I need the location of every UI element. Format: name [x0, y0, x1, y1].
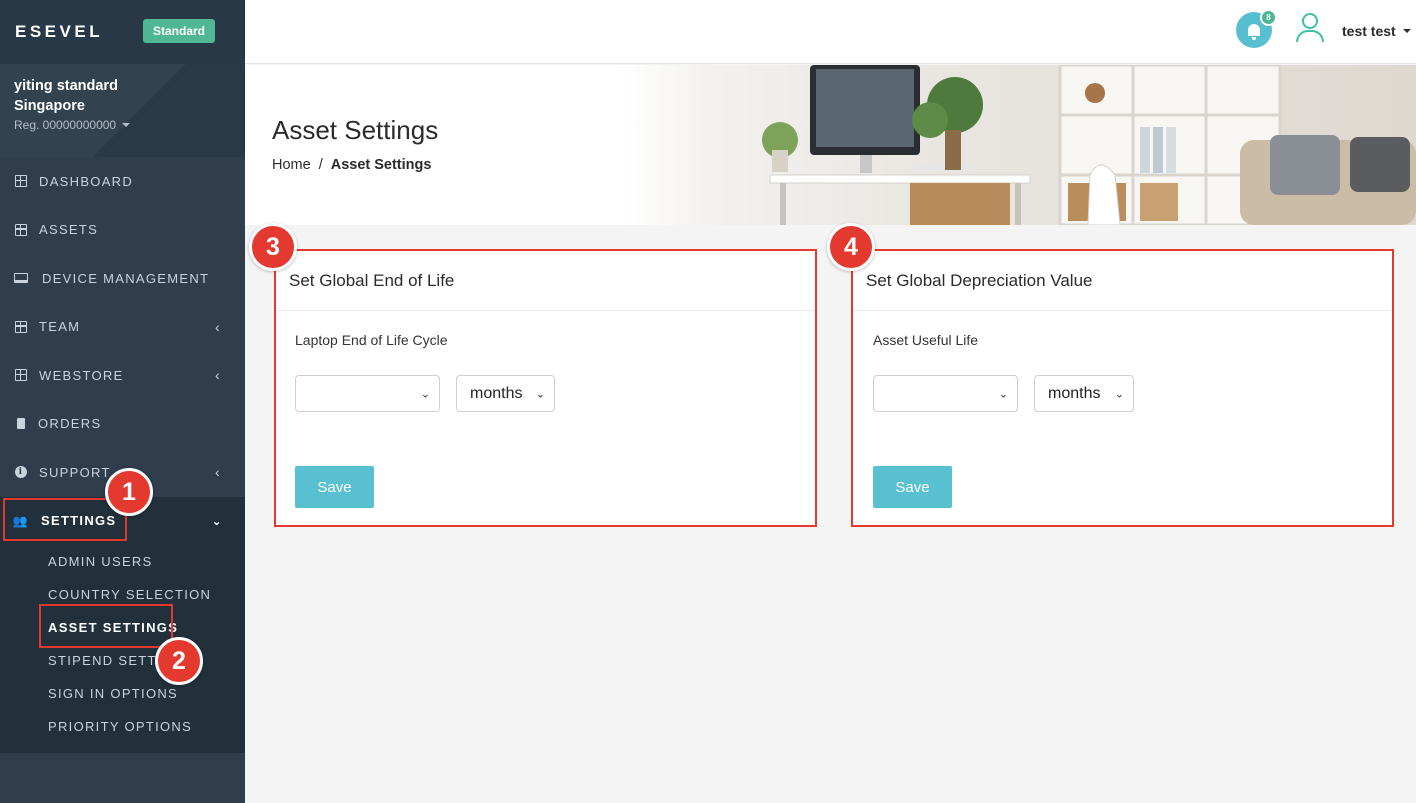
sidebar-item-label: DEVICE MANAGEMENT: [42, 270, 210, 286]
office-illustration: [762, 65, 1416, 225]
sidebar-item-label: ASSETS: [39, 222, 99, 238]
sidebar-item-webstore[interactable]: WEBSTORE ‹: [0, 351, 245, 400]
caret-down-icon: [122, 123, 131, 127]
company-country: Singapore: [14, 98, 85, 114]
step-marker-1: 1: [105, 468, 153, 516]
header-background-image: [620, 65, 1416, 225]
depreciation-card: Set Global Depreciation Value Asset Usef…: [851, 249, 1394, 527]
breadcrumb-home-link[interactable]: Home: [272, 157, 311, 173]
user-avatar-icon[interactable]: [1295, 13, 1325, 43]
sidebar-item-label: ORDERS: [38, 416, 102, 432]
notification-count-badge: 8: [1260, 9, 1277, 26]
sidebar-item-dashboard[interactable]: DASHBOARD: [0, 157, 245, 206]
sidebar-item-device-management[interactable]: DEVICE MANAGEMENT: [0, 254, 245, 303]
sidebar-subitem-sign-in-options[interactable]: SIGN IN OPTIONS: [0, 677, 245, 710]
document-icon: [14, 417, 28, 431]
sidebar-nav: DASHBOARD ASSETS DEVICE MANAGEMENT TEAM …: [0, 157, 245, 753]
chevron-left-icon: ‹: [215, 367, 221, 384]
sidebar-item-assets[interactable]: ASSETS: [0, 206, 245, 255]
user-menu[interactable]: test test: [1342, 23, 1411, 39]
step-marker-2: 2: [155, 637, 203, 685]
sidebar-item-label: DASHBOARD: [39, 173, 134, 189]
chevron-left-icon: ‹: [215, 464, 221, 481]
end-of-life-unit: months: [470, 384, 523, 402]
end-of-life-value-select[interactable]: ⌄: [295, 375, 440, 412]
depreciation-save-button[interactable]: Save: [873, 466, 952, 508]
chevron-down-icon: ⌄: [211, 513, 223, 528]
sidebar-item-team[interactable]: TEAM ‹: [0, 303, 245, 352]
grid-icon: [14, 320, 28, 334]
plan-badge: Standard: [143, 19, 216, 43]
sidebar-item-orders[interactable]: ORDERS: [0, 400, 245, 449]
step-marker-4: 4: [827, 223, 875, 271]
sidebar-item-label: WEBSTORE: [39, 367, 124, 383]
chevron-down-icon: ⌄: [535, 388, 545, 400]
depreciation-unit-select[interactable]: months ⌄: [1034, 375, 1134, 412]
user-name: test test: [1342, 23, 1396, 39]
grid-icon: [14, 174, 28, 188]
breadcrumb-separator: /: [318, 157, 323, 173]
company-reg-number: Reg. 00000000000: [14, 118, 117, 132]
caret-down-icon: [1402, 29, 1411, 33]
end-of-life-card: Set Global End of Life Laptop End of Lif…: [274, 249, 817, 527]
breadcrumb: Home / Asset Settings: [272, 157, 431, 173]
end-of-life-unit-select[interactable]: months ⌄: [456, 375, 555, 412]
depreciation-unit: months: [1048, 384, 1101, 402]
depreciation-value-select[interactable]: ⌄: [873, 375, 1018, 412]
sidebar: ESEVEL Standard yiting standard Singapor…: [0, 0, 245, 803]
laptop-icon: [14, 271, 28, 285]
info-icon: i: [14, 465, 28, 479]
sidebar-subitem-priority-options[interactable]: PRIORITY OPTIONS: [0, 710, 245, 753]
end-of-life-card-title: Set Global End of Life: [276, 251, 815, 311]
chevron-down-icon: ⌄: [998, 388, 1008, 400]
sidebar-subitem-admin-users[interactable]: ADMIN USERS: [0, 545, 245, 578]
page-title: Asset Settings: [272, 115, 439, 145]
sidebar-item-label: TEAM: [39, 319, 81, 335]
sidebar-item-label: SUPPORT: [39, 464, 111, 480]
end-of-life-save-button[interactable]: Save: [295, 466, 374, 508]
breadcrumb-current: Asset Settings: [330, 157, 432, 173]
sidebar-subitem-stipend-settings[interactable]: STIPEND SETTI: [0, 644, 245, 677]
brand-logo[interactable]: ESEVEL: [15, 22, 103, 42]
sidebar-header: ESEVEL Standard: [0, 0, 245, 64]
step-marker-3: 3: [249, 223, 297, 271]
chevron-down-icon: ⌄: [1114, 388, 1124, 400]
depreciation-field-label: Asset Useful Life: [873, 332, 979, 348]
end-of-life-field-label: Laptop End of Life Cycle: [295, 332, 448, 348]
grid-icon: [14, 368, 28, 382]
bell-icon: [1248, 24, 1260, 40]
chevron-down-icon: ⌄: [420, 388, 430, 400]
top-bar: 8 test test: [245, 0, 1416, 64]
grid-icon: [14, 223, 28, 237]
company-name: yiting standard: [14, 78, 118, 94]
chevron-left-icon: ‹: [215, 318, 221, 335]
depreciation-card-title: Set Global Depreciation Value: [853, 251, 1392, 311]
company-switcher[interactable]: yiting standard Singapore Reg. 000000000…: [0, 64, 245, 157]
page-header: Asset Settings Home / Asset Settings: [245, 65, 1416, 225]
asset-settings-highlight-box: [39, 604, 173, 648]
company-reg[interactable]: Reg. 00000000000: [14, 118, 231, 132]
